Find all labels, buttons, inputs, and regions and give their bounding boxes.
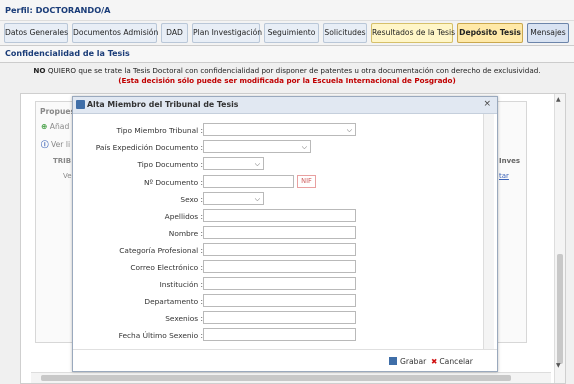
outer-horizontal-scrollbar[interactable]	[31, 372, 551, 383]
notice-text: QUIERO que se trate la Tesis Doctoral co…	[45, 66, 541, 75]
label-apellidos: Apellidos :	[164, 212, 203, 221]
table-cell-ve: Ve	[63, 172, 72, 180]
fecha-sexenio-input[interactable]	[203, 328, 356, 341]
cancelar-button[interactable]: ✖ Cancelar	[431, 357, 473, 366]
grabar-button[interactable]: Grabar	[389, 357, 426, 366]
chevron-down-icon: ⌵	[346, 126, 352, 134]
scroll-thumb[interactable]	[557, 254, 563, 364]
table-cell-link[interactable]: tar	[499, 172, 509, 180]
close-icon[interactable]: ×	[483, 99, 491, 109]
confidentiality-notice: NO QUIERO que se trate la Tesis Doctoral…	[0, 66, 574, 75]
section-header: Confidencialidad de la Tesis	[0, 45, 574, 63]
label-tipo-documento: Tipo Documento :	[137, 160, 203, 169]
scroll-down-icon[interactable]: ▼	[556, 362, 561, 369]
apellidos-input[interactable]	[203, 209, 356, 222]
label-sexenios: Sexenios :	[165, 314, 203, 323]
categoria-input[interactable]	[203, 243, 356, 256]
floppy-disk-icon	[76, 100, 85, 109]
label-num-documento: Nº Documento :	[143, 178, 203, 187]
tab-seguimiento[interactable]: Seguimiento	[264, 23, 319, 43]
label-departamento: Departamento :	[144, 297, 203, 306]
save-icon	[389, 357, 397, 365]
table-header-inves: Inves	[499, 157, 521, 165]
plus-icon: ⊕	[41, 122, 48, 131]
chevron-down-icon: ⌵	[301, 143, 307, 151]
tab-plan-investigacion[interactable]: Plan Investigación	[192, 23, 262, 43]
num-documento-input[interactable]	[203, 175, 294, 188]
sexenios-input[interactable]	[203, 311, 356, 324]
notice-warning: (Esta decisión sólo puede ser modificada…	[118, 76, 456, 85]
hscroll-thumb[interactable]	[41, 375, 511, 381]
dialog-footer: Grabar ✖ Cancelar	[73, 349, 497, 372]
tab-resultados-tesis[interactable]: Resultados de la Tesis	[371, 23, 455, 43]
label-pais: País Expedición Documento :	[95, 143, 203, 152]
outer-vertical-scrollbar[interactable]: ▲ ▼	[554, 94, 565, 383]
label-fecha-sexenio: Fecha Último Sexenio :	[118, 331, 203, 340]
correo-input[interactable]	[203, 260, 356, 273]
info-icon: ⓘ	[41, 140, 49, 149]
label-institucion: Institución :	[159, 280, 203, 289]
panel-title: Propues	[40, 107, 76, 116]
tab-documentos-admision[interactable]: Documentos Admisión	[72, 23, 158, 43]
departamento-input[interactable]	[203, 294, 356, 307]
tipo-miembro-select[interactable]: ⌵	[203, 123, 356, 136]
scroll-up-icon[interactable]: ▲	[556, 96, 561, 103]
tab-mensajes[interactable]: Mensajes	[527, 23, 569, 43]
notice-no: NO	[33, 66, 46, 75]
dialog-title: Alta Miembro del Tribunal de Tesis	[87, 100, 239, 109]
table-header-trib: TRIB	[53, 157, 72, 165]
profile-label: Perfil: DOCTORANDO/A	[5, 5, 111, 15]
pais-select[interactable]: ⌵	[203, 140, 311, 153]
label-nombre: Nombre :	[168, 229, 203, 238]
chevron-down-icon: ⌵	[254, 195, 260, 203]
dialog-header: Alta Miembro del Tribunal de Tesis ×	[73, 97, 497, 114]
nombre-input[interactable]	[203, 226, 356, 239]
tab-datos-generales[interactable]: Datos Generales	[4, 23, 68, 43]
profile-bar: Perfil: DOCTORANDO/A	[0, 0, 574, 21]
institucion-input[interactable]	[203, 277, 356, 290]
label-tipo-miembro: Tipo Miembro Tribunal :	[116, 126, 203, 135]
add-link[interactable]: ⊕ Añad	[41, 122, 69, 131]
tab-solicitudes[interactable]: Solicitudes	[323, 23, 367, 43]
label-sexo: Sexo :	[180, 195, 203, 204]
label-categoria: Categoría Profesional :	[119, 246, 203, 255]
label-correo: Correo Electrónico :	[130, 263, 203, 272]
ver-link[interactable]: ⓘ Ver li	[41, 139, 70, 150]
sexo-select[interactable]: ⌵	[203, 192, 264, 205]
chevron-down-icon: ⌵	[254, 160, 260, 168]
cancel-x-icon: ✖	[431, 357, 438, 366]
dialog-scrollbar[interactable]	[483, 114, 494, 349]
confidencialidad-title: Confidencialidad de la Tesis	[5, 49, 130, 58]
alta-miembro-dialog: Alta Miembro del Tribunal de Tesis × Tip…	[72, 96, 498, 372]
tab-deposito-tesis[interactable]: Depósito Tesis	[457, 23, 523, 43]
tab-dad[interactable]: DAD	[161, 23, 188, 43]
nif-button[interactable]: NIF	[297, 175, 316, 188]
tab-bar: Datos Generales Documentos Admisión DAD …	[0, 21, 574, 45]
tipo-documento-select[interactable]: ⌵	[203, 157, 264, 170]
